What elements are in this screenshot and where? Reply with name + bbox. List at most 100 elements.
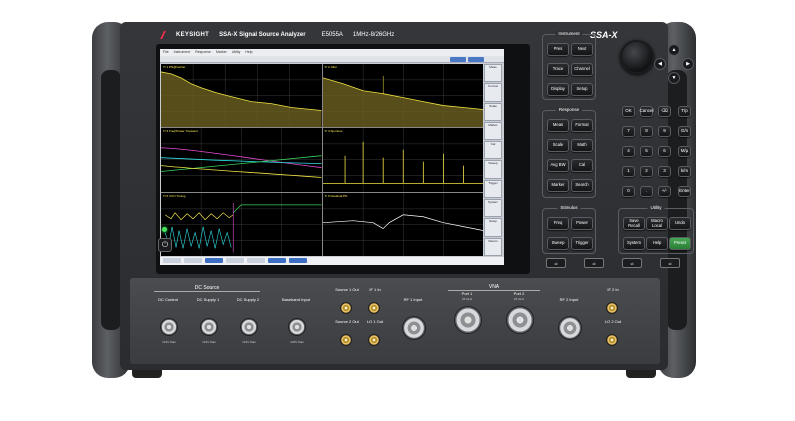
baseband-input-connector[interactable]: [288, 318, 306, 336]
softkey[interactable]: Return: [484, 237, 502, 256]
search-button[interactable]: Search: [571, 179, 593, 192]
softkey[interactable]: Trigger: [484, 179, 502, 199]
lo-2-out-connector[interactable]: [606, 334, 618, 346]
digit-5-button[interactable]: 5: [640, 146, 653, 157]
backspace-button[interactable]: ⌫: [658, 106, 671, 117]
toolbar-button[interactable]: [468, 57, 484, 62]
rf-2-input-connector[interactable]: [558, 316, 582, 340]
menu-instrument[interactable]: Instrument: [174, 50, 191, 55]
cancel-button[interactable]: Cancel: [640, 106, 654, 117]
usb-ports: ⇌ ⇌ ⇌ ⇌: [546, 258, 680, 268]
digit-1-button[interactable]: 1: [622, 166, 635, 177]
softkey[interactable]: Scale: [484, 102, 502, 121]
source-2-out-connector[interactable]: [340, 334, 352, 346]
system-button[interactable]: System: [623, 237, 645, 250]
usb-port[interactable]: ⇌: [546, 258, 566, 268]
format-button[interactable]: Format: [571, 119, 593, 132]
arrow-right-button[interactable]: ▶: [682, 58, 694, 70]
trigger-button[interactable]: Trigger: [571, 237, 593, 250]
softkey[interactable]: Meas: [484, 64, 502, 83]
usb-port[interactable]: ⇌: [622, 258, 642, 268]
trace-plot-5: [161, 192, 322, 256]
trace-panel-1[interactable]: Tr 1 PN@Carrier: [161, 64, 322, 128]
ok-button[interactable]: OK: [622, 106, 635, 117]
power-button[interactable]: ⏻: [158, 238, 172, 252]
arrow-up-button[interactable]: ▲: [668, 44, 680, 56]
undo-button[interactable]: Undo: [669, 217, 691, 230]
tera-pico-button[interactable]: T/p: [678, 106, 691, 117]
trace-plot-3: [161, 128, 322, 192]
preset-button[interactable]: Preset: [669, 237, 691, 250]
sweep-button[interactable]: Sweep: [547, 237, 569, 250]
softkey[interactable]: Format: [484, 83, 502, 102]
display-button[interactable]: Display: [547, 83, 569, 96]
toolbar-button[interactable]: [450, 57, 466, 62]
help-button[interactable]: Help: [646, 237, 668, 250]
next-button[interactable]: Next: [571, 43, 593, 56]
softkey[interactable]: Marker: [484, 121, 502, 141]
if-1-in-connector[interactable]: [368, 302, 380, 314]
decimal-point-button[interactable]: .: [640, 186, 653, 197]
macro-local-button[interactable]: Macro Local: [646, 217, 668, 230]
freq-button[interactable]: Freq: [547, 217, 569, 230]
arrow-down-button[interactable]: ▼: [668, 72, 680, 84]
preset-instrument-button[interactable]: Pres: [547, 43, 569, 56]
status-segment-active[interactable]: [205, 258, 223, 263]
port-2-connector[interactable]: [506, 306, 534, 334]
digit-7-button[interactable]: 7: [622, 126, 635, 137]
scale-button[interactable]: Scale: [547, 139, 569, 152]
math-button[interactable]: Math: [571, 139, 593, 152]
softkey[interactable]: System: [484, 199, 502, 218]
enter-button[interactable]: Enter: [678, 186, 691, 197]
avg-bw-button[interactable]: Avg BW: [547, 159, 569, 172]
usb-port[interactable]: ⇌: [660, 258, 680, 268]
trace-panel-2[interactable]: Tr 2 Jitter: [322, 64, 483, 128]
softkey[interactable]: Setup: [484, 218, 502, 237]
dc-supply-1-connector[interactable]: [200, 318, 218, 336]
menu-response[interactable]: Response: [195, 50, 211, 55]
marker-button[interactable]: Marker: [547, 179, 569, 192]
port-1-connector[interactable]: [454, 306, 482, 334]
touch-display[interactable]: File Instrument Response Marker Utility …: [160, 49, 504, 265]
rotary-knob[interactable]: [620, 40, 654, 74]
mega-micro-button[interactable]: M/μ: [678, 146, 691, 157]
status-segment-active[interactable]: [268, 258, 286, 263]
digit-8-button[interactable]: 8: [640, 126, 653, 137]
power-level-button[interactable]: Power: [571, 217, 593, 230]
meas-button[interactable]: Meas: [547, 119, 569, 132]
arrow-left-button[interactable]: ◀: [654, 58, 666, 70]
cal-button[interactable]: Cal: [571, 159, 593, 172]
trace-panel-5[interactable]: Tr 5 VCO Tuning: [161, 192, 322, 256]
plus-minus-button[interactable]: +/-: [658, 186, 671, 197]
digit-6-button[interactable]: 6: [658, 146, 671, 157]
rf-1-input-connector[interactable]: [402, 316, 426, 340]
menu-help[interactable]: Help: [245, 50, 252, 55]
menu-utility[interactable]: Utility: [232, 50, 241, 55]
trace-plot-1: [161, 64, 322, 128]
digit-9-button[interactable]: 9: [658, 126, 671, 137]
setup-button[interactable]: Setup: [571, 83, 593, 96]
usb-port[interactable]: ⇌: [584, 258, 604, 268]
giga-nano-button[interactable]: G/n: [678, 126, 691, 137]
dc-control-connector[interactable]: [160, 318, 178, 336]
digit-0-button[interactable]: 0: [622, 186, 635, 197]
status-segment-active[interactable]: [289, 258, 307, 263]
softkey[interactable]: Cal: [484, 141, 502, 160]
menu-file[interactable]: File: [163, 50, 169, 55]
digit-2-button[interactable]: 2: [640, 166, 653, 177]
menu-marker[interactable]: Marker: [216, 50, 227, 55]
kilo-milli-button[interactable]: k/m: [678, 166, 691, 177]
source-1-out-connector[interactable]: [340, 302, 352, 314]
dc-supply-2-connector[interactable]: [240, 318, 258, 336]
trace-panel-4[interactable]: Tr 4 Spurious: [322, 128, 483, 192]
softkey[interactable]: Sweep: [484, 160, 502, 179]
channel-button[interactable]: Channel: [571, 63, 593, 76]
digit-3-button[interactable]: 3: [658, 166, 671, 177]
trace-panel-6[interactable]: Tr 6 Residual PN: [322, 192, 483, 256]
trace-panel-3[interactable]: Tr 3 Freq/Power Transient: [161, 128, 322, 192]
digit-4-button[interactable]: 4: [622, 146, 635, 157]
save-recall-button[interactable]: Save Recall: [623, 217, 645, 230]
lo-1-out-connector[interactable]: [368, 334, 380, 346]
if-2-in-connector[interactable]: [606, 302, 618, 314]
trace-button[interactable]: Trace: [547, 63, 569, 76]
